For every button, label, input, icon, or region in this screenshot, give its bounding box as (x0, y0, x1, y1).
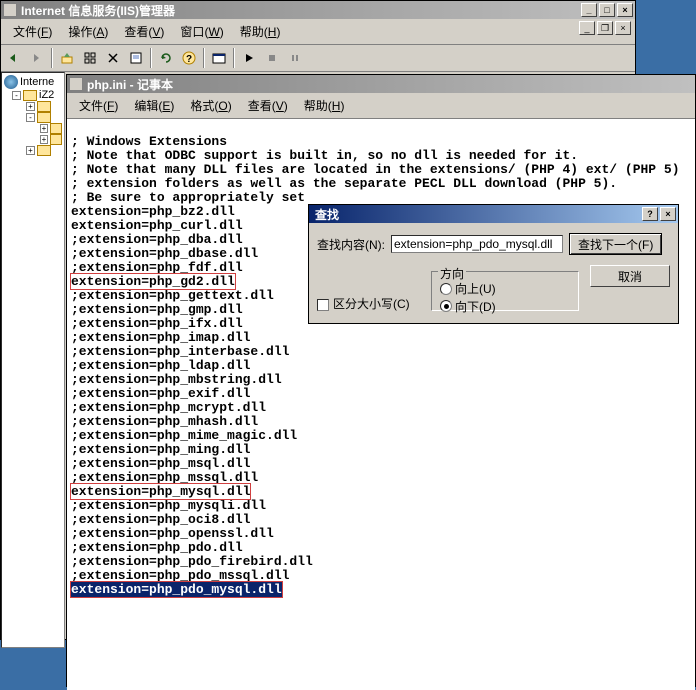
cancel-button[interactable]: 取消 (590, 265, 670, 287)
menu-file[interactable]: 文件(F) (5, 21, 60, 42)
collapse-icon[interactable]: - (12, 91, 21, 100)
find-next-button[interactable]: 查找下一个(F) (569, 233, 662, 255)
expand-icon[interactable]: + (40, 124, 48, 133)
views-button[interactable] (79, 47, 101, 69)
expand-icon[interactable]: + (26, 102, 35, 111)
notepad-titlebar[interactable]: php.ini - 记事本 (67, 75, 695, 93)
folder-icon (37, 112, 51, 123)
start-button[interactable] (238, 47, 260, 69)
expand-icon[interactable]: + (40, 135, 48, 144)
match-case-label: 区分大小写(C) (333, 297, 410, 311)
menu-help[interactable]: 帮助(H) (232, 21, 289, 42)
child-restore-button[interactable]: ❐ (597, 21, 613, 35)
iis-title: Internet 信息服务(IIS)管理器 (21, 2, 581, 19)
collapse-icon[interactable]: - (26, 113, 35, 122)
direction-up-radio[interactable]: 向上(U) (440, 280, 496, 297)
tree-child[interactable]: + (4, 145, 62, 156)
notepad-title: php.ini - 记事本 (87, 76, 693, 93)
menu-action[interactable]: 操作(A) (60, 21, 116, 42)
match-case-checkbox[interactable] (317, 299, 329, 311)
up-button[interactable] (56, 47, 78, 69)
server-icon (23, 90, 37, 101)
menu-view[interactable]: 查看(V) (240, 95, 296, 116)
folder-icon (50, 123, 62, 134)
direction-label: 方向 (438, 265, 466, 282)
tree-child[interactable]: + (4, 123, 62, 134)
explorer-button[interactable] (208, 47, 230, 69)
direction-group: 方向 向上(U) 向下(D) (431, 271, 579, 311)
tree-child[interactable]: + (4, 101, 62, 112)
help-button[interactable]: ? (642, 207, 658, 221)
iis-app-icon (3, 3, 17, 17)
iis-tree[interactable]: Interne - iZ2 + - + + + (1, 72, 65, 648)
menu-file[interactable]: 文件(F) (71, 95, 126, 116)
svg-text:?: ? (186, 54, 192, 65)
delete-button[interactable] (102, 47, 124, 69)
forward-button[interactable] (26, 47, 48, 69)
menu-help[interactable]: 帮助(H) (296, 95, 353, 116)
maximize-button[interactable]: □ (599, 3, 615, 17)
notepad-window: php.ini - 记事本 文件(F) 编辑(E) 格式(O) 查看(V) 帮助… (66, 74, 696, 687)
radio-icon (440, 300, 452, 312)
find-title: 查找 (311, 206, 642, 223)
folder-icon (37, 101, 51, 112)
back-button[interactable] (3, 47, 25, 69)
close-button[interactable]: × (660, 207, 676, 221)
direction-down-radio[interactable]: 向下(D) (440, 298, 496, 315)
tree-child[interactable]: + (4, 134, 62, 145)
notepad-menubar: 文件(F) 编辑(E) 格式(O) 查看(V) 帮助(H) (67, 93, 695, 119)
refresh-button[interactable] (155, 47, 177, 69)
help-icon[interactable]: ? (178, 47, 200, 69)
radio-icon (440, 283, 452, 295)
find-content-label: 查找内容(N): (317, 236, 385, 253)
menu-view[interactable]: 查看(V) (116, 21, 172, 42)
iis-titlebar[interactable]: Internet 信息服务(IIS)管理器 _ □ × (1, 1, 635, 19)
tree-child[interactable]: - (4, 112, 62, 123)
tree-root[interactable]: Interne (4, 75, 62, 89)
child-close-button[interactable]: × (615, 21, 631, 35)
stop-button[interactable] (261, 47, 283, 69)
menu-format[interactable]: 格式(O) (182, 95, 239, 116)
menu-window[interactable]: 窗口(W) (172, 21, 231, 42)
pause-button[interactable] (284, 47, 306, 69)
iis-menubar: 文件(F) 操作(A) 查看(V) 窗口(W) 帮助(H) _ ❐ × (1, 19, 635, 45)
close-button[interactable]: × (617, 3, 633, 17)
find-dialog: 查找 ? × 查找内容(N): 查找下一个(F) 取消 区分大小写(C) 方向 … (308, 204, 679, 324)
tree-node[interactable]: - iZ2 (4, 89, 62, 101)
properties-button[interactable] (125, 47, 147, 69)
menu-edit[interactable]: 编辑(E) (126, 95, 182, 116)
folder-icon (37, 145, 51, 156)
find-content-input[interactable] (391, 235, 563, 253)
iis-toolbar: ? (1, 45, 635, 72)
find-titlebar[interactable]: 查找 ? × (309, 205, 678, 223)
notepad-app-icon (69, 77, 83, 91)
minimize-button[interactable]: _ (581, 3, 597, 17)
expand-icon[interactable]: + (26, 146, 35, 155)
folder-icon (50, 134, 62, 145)
globe-icon (4, 75, 18, 89)
child-minimize-button[interactable]: _ (579, 21, 595, 35)
